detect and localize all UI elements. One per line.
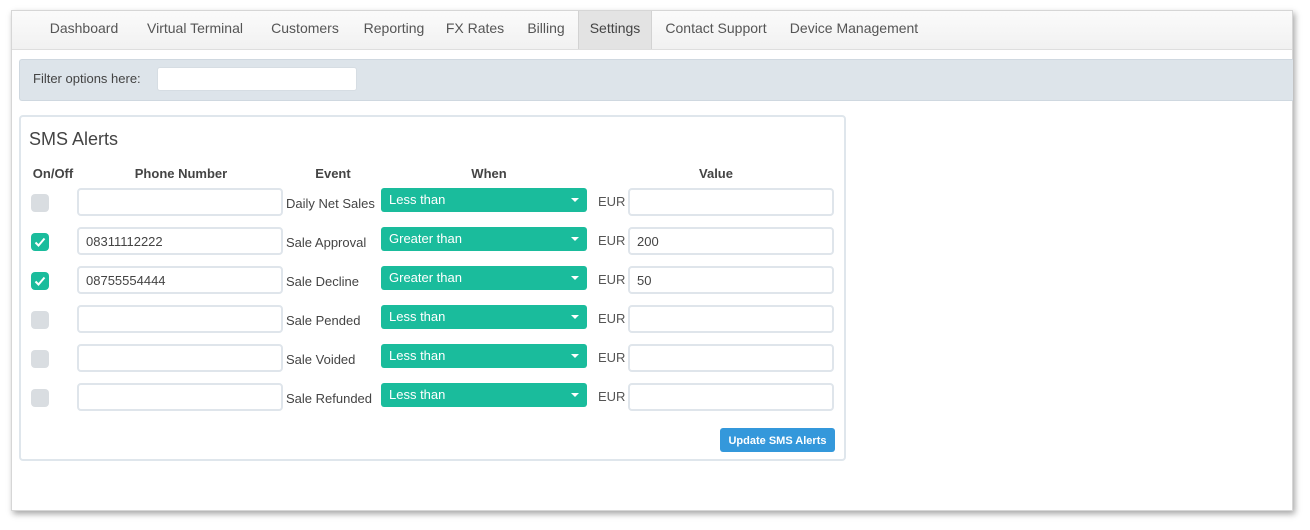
update-sms-alerts-button[interactable]: Update SMS Alerts [720,428,835,452]
when-select-sale-voided[interactable]: Less than [381,344,587,368]
nav-contact-support[interactable]: Contact Support [658,11,774,49]
toggle-sale-voided[interactable] [31,350,49,368]
check-icon [34,237,46,247]
currency-label: EUR [598,194,626,209]
event-label: Sale Refunded [286,391,373,406]
nav-dashboard[interactable]: Dashboard [40,11,128,49]
when-select-sale-refunded[interactable]: Less than [381,383,587,407]
when-value: Greater than [389,231,462,246]
col-when: When [471,166,507,181]
toggle-sale-approval[interactable] [31,233,49,251]
nav-fx-rates[interactable]: FX Rates [442,11,508,49]
col-event: Event [315,166,351,181]
currency-label: EUR [598,389,626,404]
check-icon [34,276,46,286]
main-nav: Dashboard Virtual Terminal Customers Rep… [12,11,1292,50]
phone-field-sale-decline[interactable] [77,266,283,294]
when-value: Less than [389,309,446,324]
event-label: Sale Voided [286,352,356,367]
nav-device-management[interactable]: Device Management [784,11,924,49]
app-window: Dashboard Virtual Terminal Customers Rep… [11,10,1293,511]
filter-label: Filter options here: [33,71,141,86]
chevron-down-icon [571,393,579,397]
when-value: Less than [389,192,446,207]
value-field-sale-pended[interactable] [628,305,834,333]
event-label: Sale Approval [286,235,367,250]
currency-label: EUR [598,272,626,287]
toggle-sale-pended[interactable] [31,311,49,329]
toggle-sale-decline[interactable] [31,272,49,290]
phone-field-sale-pended[interactable] [77,305,283,333]
col-value: Value [699,166,733,181]
value-field-sale-approval[interactable] [628,227,834,255]
toggle-sale-refunded[interactable] [31,389,49,407]
value-field-sale-decline[interactable] [628,266,834,294]
when-value: Less than [389,387,446,402]
chevron-down-icon [571,315,579,319]
when-select-sale-pended[interactable]: Less than [381,305,587,329]
event-label: Daily Net Sales [286,196,375,211]
when-value: Greater than [389,270,462,285]
toggle-daily-net-sales[interactable] [31,194,49,212]
phone-field-sale-refunded[interactable] [77,383,283,411]
phone-field-sale-voided[interactable] [77,344,283,372]
value-field-sale-refunded[interactable] [628,383,834,411]
phone-field-sale-approval[interactable] [77,227,283,255]
currency-label: EUR [598,311,626,326]
when-value: Less than [389,348,446,363]
chevron-down-icon [571,276,579,280]
phone-field-daily-net-sales[interactable] [77,188,283,216]
filter-bar: Filter options here: [19,59,1293,101]
nav-virtual-terminal[interactable]: Virtual Terminal [136,11,254,49]
panel-title: SMS Alerts [29,129,119,149]
when-select-sale-decline[interactable]: Greater than [381,266,587,290]
chevron-down-icon [571,237,579,241]
value-field-sale-voided[interactable] [628,344,834,372]
currency-label: EUR [598,233,626,248]
nav-billing[interactable]: Billing [518,11,574,49]
when-select-sale-approval[interactable]: Greater than [381,227,587,251]
col-on-off: On/Off [32,166,74,181]
chevron-down-icon [571,354,579,358]
currency-label: EUR [598,350,626,365]
event-label: Sale Pended [286,313,361,328]
filter-input[interactable] [157,67,357,91]
when-select-daily-net-sales[interactable]: Less than [381,188,587,212]
event-label: Sale Decline [286,274,359,289]
col-phone-number: Phone Number [134,166,228,181]
nav-reporting[interactable]: Reporting [356,11,432,49]
value-field-daily-net-sales[interactable] [628,188,834,216]
chevron-down-icon [571,198,579,202]
sms-alerts-panel: SMS Alerts On/Off Phone Number Event Whe… [19,115,846,461]
nav-customers[interactable]: Customers [264,11,346,49]
nav-settings[interactable]: Settings [578,11,652,49]
